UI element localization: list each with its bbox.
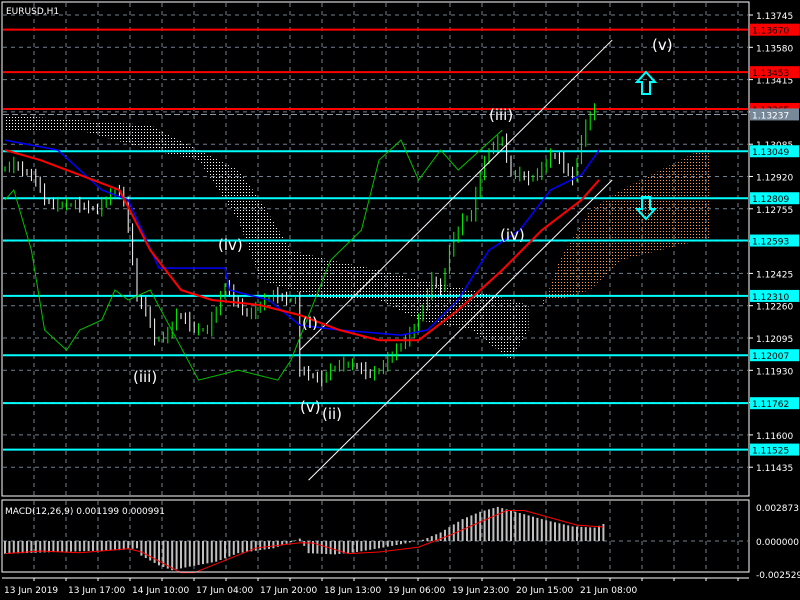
support-level-value: 1.12809 <box>752 195 789 205</box>
price-tick-label: 1.12260 <box>756 303 793 313</box>
macd-label: MACD(12,26,9) 0.001199 0.000991 <box>5 507 165 517</box>
wave-label: (i) <box>302 314 318 332</box>
price-chart[interactable]: (v) (iii) (iv) (iii) (i) (v) (ii) (iv) E… <box>0 0 800 600</box>
support-level-value: 1.13049 <box>752 148 789 158</box>
price-tick-label: 1.13580 <box>756 44 793 54</box>
time-tick-label: 13 Jun 2019 <box>4 586 58 596</box>
support-level-value: 1.11762 <box>752 400 789 410</box>
wave-label: (iii) <box>133 368 157 386</box>
bid-price-value: 1.13237 <box>752 111 789 121</box>
time-tick-label: 17 Jun 04:00 <box>196 586 253 596</box>
resistance-level-value: 1.13670 <box>752 27 789 37</box>
time-tick-label: 18 Jun 13:00 <box>324 586 381 596</box>
time-tick-label: 21 Jun 08:00 <box>580 586 637 596</box>
price-tick-label: 1.12425 <box>756 270 793 280</box>
price-axis[interactable]: 1.137451.135801.134151.132501.130851.129… <box>749 12 800 581</box>
macd-tick-label: -0.002529 <box>756 571 800 581</box>
cloud-bull <box>541 150 709 310</box>
time-tick-label: 19 Jun 23:00 <box>452 586 509 596</box>
price-tick-label: 1.12755 <box>756 206 793 216</box>
time-tick-label: 19 Jun 06:00 <box>388 586 445 596</box>
price-tick-label: 1.13745 <box>756 12 793 22</box>
time-tick-label: 14 Jun 10:00 <box>132 586 189 596</box>
price-tick-label: 1.12920 <box>756 174 793 184</box>
price-tick-label: 1.11435 <box>756 464 793 474</box>
time-tick-label: 13 Jun 17:00 <box>68 586 125 596</box>
price-tick-label: 1.11930 <box>756 367 793 377</box>
resistance-level-value: 1.13453 <box>752 69 789 79</box>
price-tick-label: 1.11600 <box>756 432 793 442</box>
time-tick-label: 17 Jun 20:00 <box>260 586 317 596</box>
arrow-up-icon[interactable] <box>634 70 658 95</box>
time-tick-label: 20 Jun 15:00 <box>516 586 573 596</box>
wave-label: (v) <box>300 398 321 416</box>
time-axis[interactable]: 13 Jun 2019 13 Jun 17:00 14 Jun 10:00 17 Ju… <box>2 578 739 596</box>
macd-tick-label: 0.002873 <box>756 504 799 514</box>
chart-title: EURUSD,H1 <box>6 7 59 17</box>
support-level-value: 1.11525 <box>752 447 789 457</box>
macd-tick-label: 0.000000 <box>756 538 799 548</box>
support-level-value: 1.12007 <box>752 352 789 362</box>
horizontal-levels[interactable] <box>3 28 748 451</box>
wave-label: (iii) <box>489 106 513 124</box>
support-level-value: 1.12593 <box>752 238 789 248</box>
wave-label: (iv) <box>218 236 243 254</box>
price-tick-label: 1.12095 <box>756 335 793 345</box>
wave-label: (iv) <box>500 226 525 244</box>
wave-label: (v) <box>652 36 673 54</box>
support-level-value: 1.12310 <box>752 293 789 303</box>
wave-label: (ii) <box>322 405 342 423</box>
